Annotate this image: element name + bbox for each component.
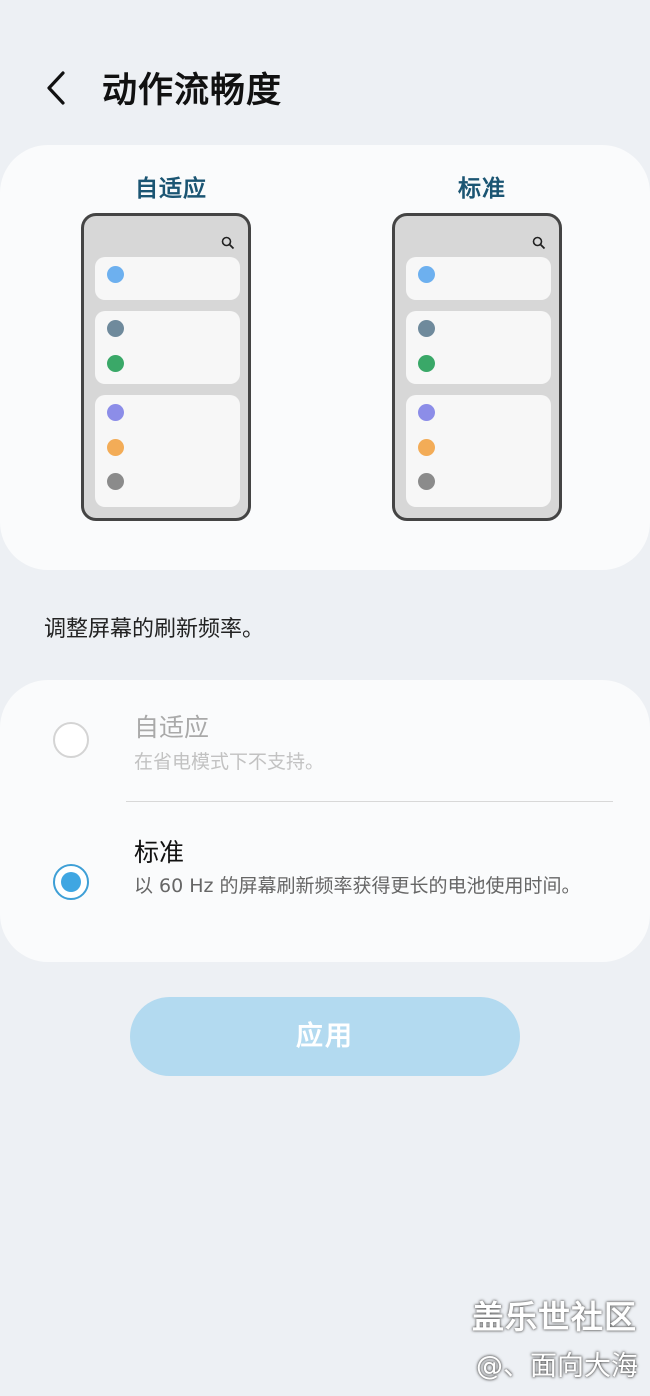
preview-label-standard: 标准 xyxy=(458,176,506,202)
mock-list-card xyxy=(406,395,551,507)
mock-dot-blue xyxy=(418,266,435,283)
mock-list-card xyxy=(406,257,551,300)
apply-button-label: 应用 xyxy=(296,1021,354,1052)
phone-mockup xyxy=(392,213,562,521)
option-title: 自适应 xyxy=(134,713,210,742)
radio-adaptive xyxy=(53,722,89,758)
option-subtitle: 以 60 Hz 的屏幕刷新频率获得更长的电池使用时间。 xyxy=(134,875,581,897)
mock-dot-gray xyxy=(107,473,124,490)
back-button[interactable] xyxy=(38,64,82,112)
preview-card: 自适应 标准 xyxy=(0,145,650,570)
search-icon xyxy=(221,236,235,250)
mock-list-card xyxy=(95,311,240,384)
option-subtitle: 在省电模式下不支持。 xyxy=(134,751,325,773)
mock-dot-blue xyxy=(107,266,124,283)
option-adaptive: 自适应 在省电模式下不支持。 xyxy=(0,700,650,800)
phone-mockup xyxy=(81,213,251,521)
description-text: 调整屏幕的刷新频率。 xyxy=(44,617,265,642)
watermark-author: @、面向大海 xyxy=(476,1351,638,1382)
mock-dot-purple xyxy=(107,404,124,421)
mock-dot-gray xyxy=(418,473,435,490)
preview-label-adaptive: 自适应 xyxy=(135,176,207,202)
divider xyxy=(126,801,613,802)
mock-dot-purple xyxy=(418,404,435,421)
mock-dot-slate xyxy=(107,320,124,337)
apply-button[interactable]: 应用 xyxy=(130,997,520,1076)
page-title: 动作流畅度 xyxy=(102,71,283,111)
search-icon xyxy=(532,236,546,250)
option-title: 标准 xyxy=(134,838,185,867)
mock-list-card xyxy=(95,395,240,507)
mock-dot-slate xyxy=(418,320,435,337)
chevron-left-icon xyxy=(47,71,65,105)
mock-dot-green xyxy=(107,355,124,372)
mock-dot-green xyxy=(418,355,435,372)
watermark-title: 盖乐世社区 xyxy=(471,1298,637,1336)
mock-dot-orange xyxy=(107,439,124,456)
mock-list-card xyxy=(406,311,551,384)
mock-list-card xyxy=(95,257,240,300)
mock-dot-orange xyxy=(418,439,435,456)
option-standard[interactable]: 标准 以 60 Hz 的屏幕刷新频率获得更长的电池使用时间。 xyxy=(0,830,650,950)
radio-standard[interactable] xyxy=(53,864,89,900)
